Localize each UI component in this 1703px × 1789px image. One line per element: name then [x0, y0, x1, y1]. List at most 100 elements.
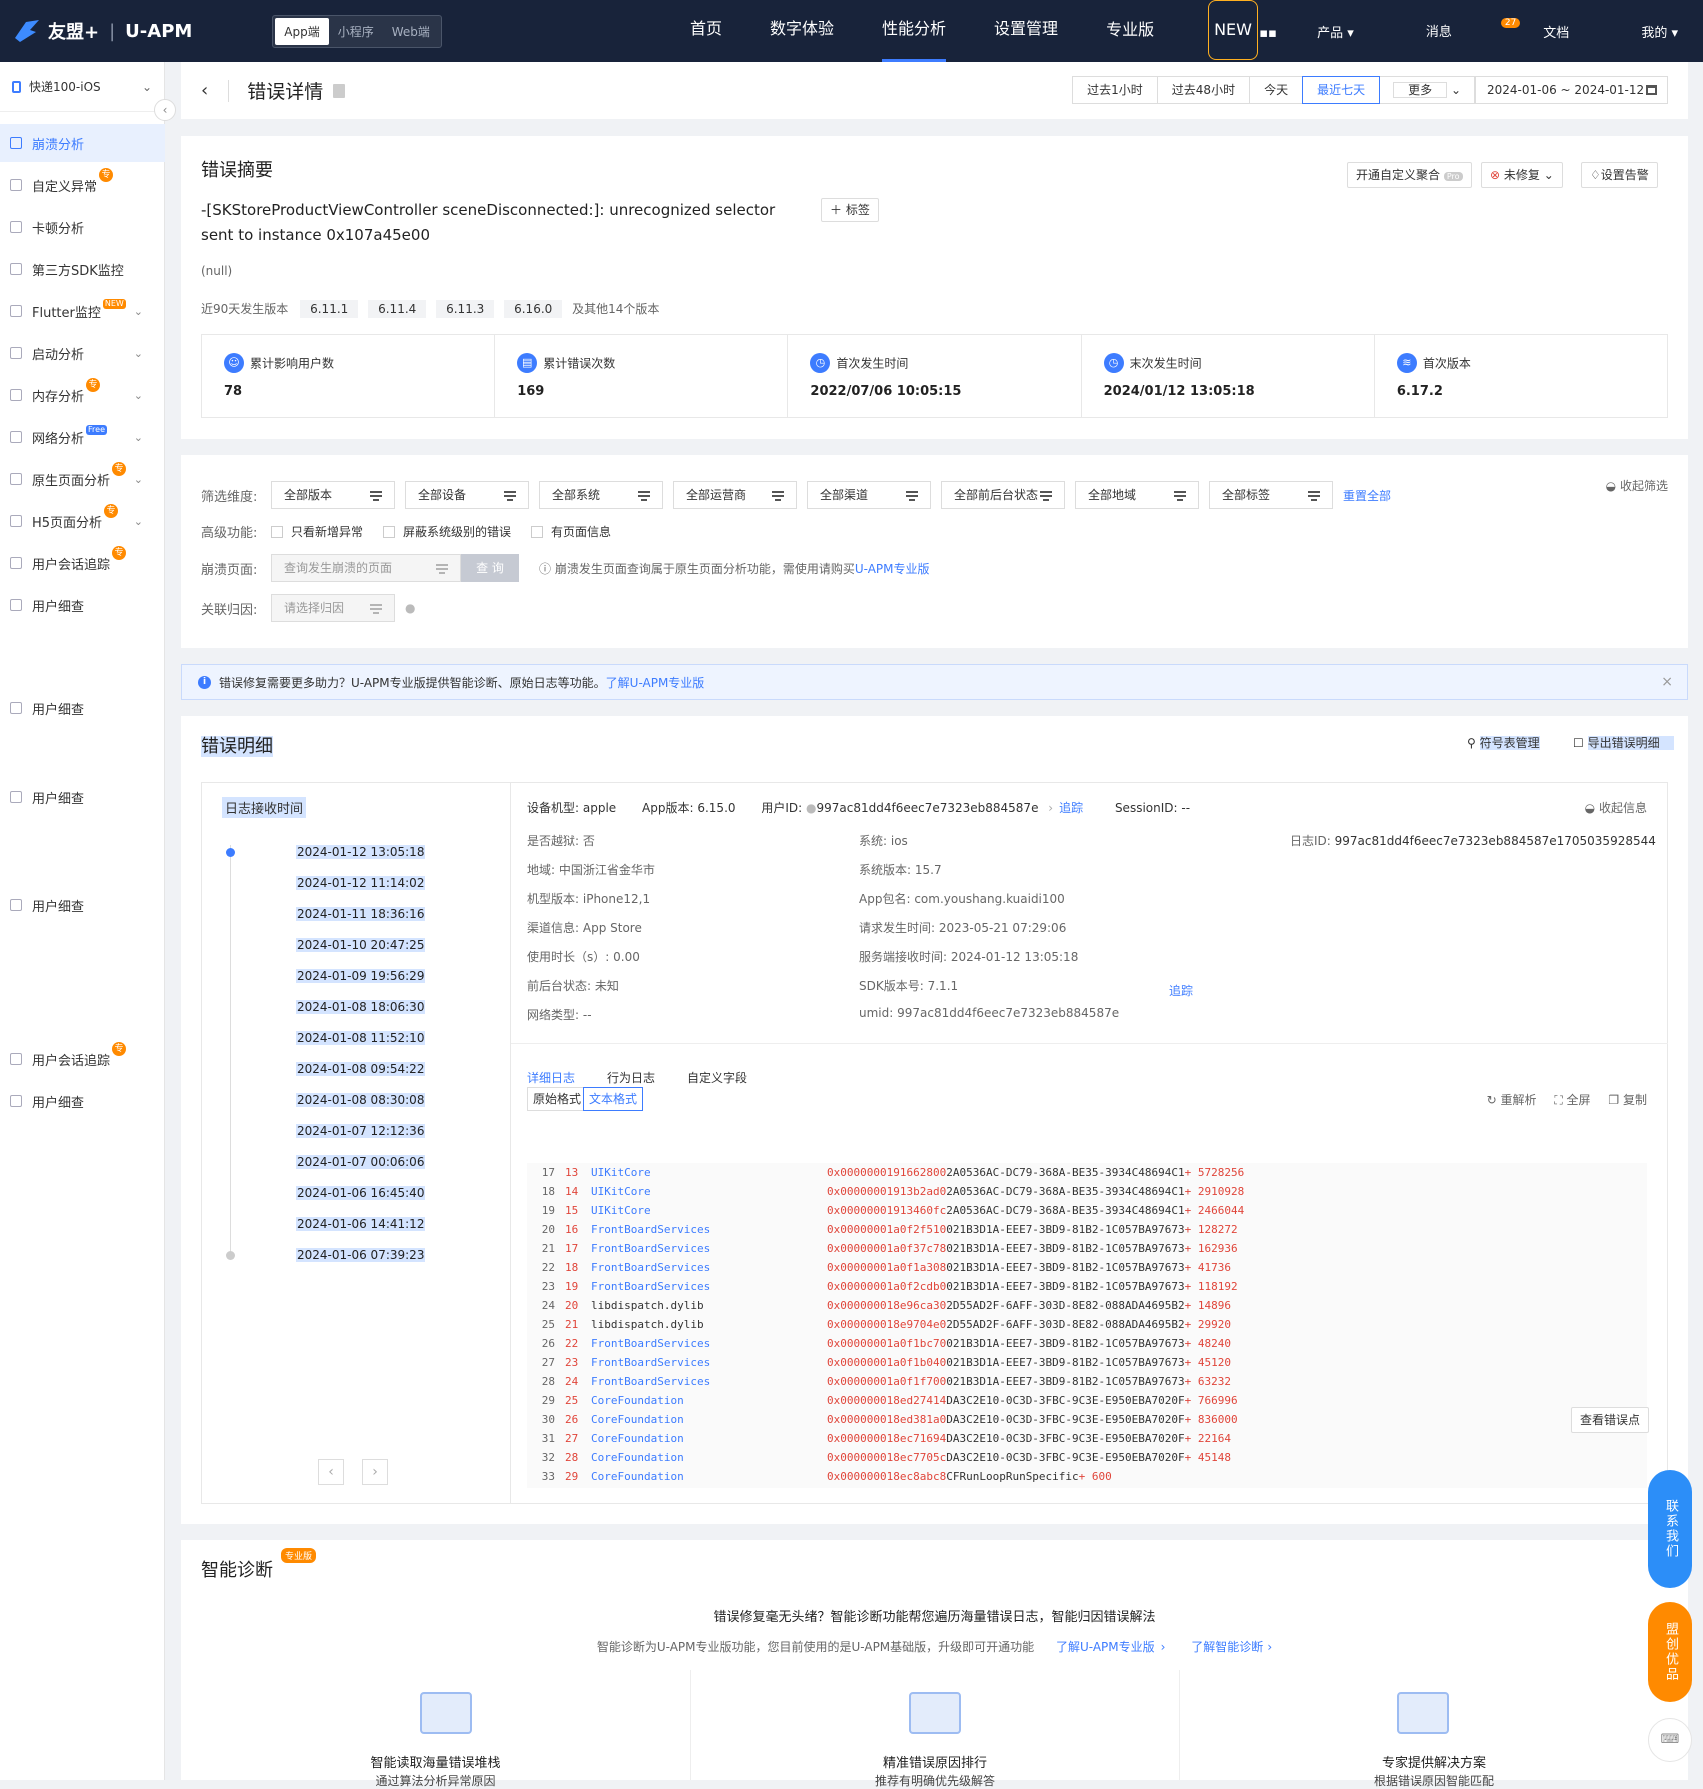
coop-products-button[interactable]: 盟创优品: [1648, 1602, 1692, 1702]
timeline-item[interactable]: 2024-01-09 19:56:29: [296, 969, 426, 983]
products-menu[interactable]: ▪▪ 产品 ▾: [1223, 22, 1353, 41]
timeline-item[interactable]: 2024-01-08 11:52:10: [296, 1031, 426, 1045]
filter-channel-select[interactable]: 全部渠道: [807, 481, 931, 509]
sidebar-item[interactable]: 第三方SDK监控: [0, 250, 165, 288]
user-menu[interactable]: 我的 ▾: [1605, 22, 1678, 41]
query-button[interactable]: 查 询: [461, 554, 519, 582]
sidebar-item[interactable]: 用户细查: [0, 778, 165, 816]
prev-page-button[interactable]: ‹: [318, 1459, 344, 1485]
timeline-item[interactable]: 2024-01-11 18:36:16: [296, 907, 426, 921]
date-range-picker[interactable]: 2024-01-06 ~ 2024-01-12: [1474, 76, 1668, 104]
filter-tag-select[interactable]: 全部标签: [1209, 481, 1333, 509]
filter-os-select[interactable]: 全部系统: [539, 481, 663, 509]
document-icon[interactable]: [333, 83, 346, 98]
tab-detail-log[interactable]: 详细日志: [527, 1069, 575, 1086]
range-7d[interactable]: 最近七天: [1302, 76, 1381, 104]
raw-format-button[interactable]: 原始格式: [527, 1087, 588, 1111]
learn-diagnosis-link[interactable]: 了解智能诊断: [1191, 1640, 1263, 1654]
help-icon[interactable]: ●: [405, 601, 415, 615]
sidebar-item[interactable]: 自定义异常专: [0, 166, 165, 204]
export-button[interactable]: ☐ 导出错误明细: [1573, 734, 1674, 751]
timeline-item[interactable]: 2024-01-06 07:39:23: [296, 1248, 426, 1262]
timeline-item[interactable]: 2024-01-12 11:14:02: [296, 876, 426, 890]
nav-performance[interactable]: 性能分析: [882, 0, 947, 62]
nav-settings[interactable]: 设置管理: [994, 0, 1058, 62]
tab-app[interactable]: App端: [275, 17, 329, 45]
back-arrow-icon[interactable]: ‹: [201, 80, 208, 101]
filter-carrier-select[interactable]: 全部运营商: [673, 481, 797, 509]
tab-custom-fields[interactable]: 自定义字段: [687, 1069, 747, 1086]
timeline-item[interactable]: 2024-01-12 13:05:18: [296, 845, 426, 859]
nav-home[interactable]: 首页: [690, 0, 722, 62]
timeline-item[interactable]: 2024-01-08 08:30:08: [296, 1093, 426, 1107]
sidebar-item[interactable]: 用户细查: [0, 689, 165, 727]
umid-trace-link[interactable]: 追踪: [859, 982, 1193, 999]
sidebar-item[interactable]: 用户细查: [0, 886, 165, 924]
feedback-icon[interactable]: ⌨: [1648, 1718, 1692, 1762]
status-dropdown[interactable]: ⊗ 未修复 ⌄: [1481, 162, 1563, 188]
tab-web[interactable]: Web端: [383, 18, 439, 45]
sidebar-collapse-button[interactable]: ‹: [154, 99, 176, 121]
filter-fgbg-select[interactable]: 全部前后台状态: [941, 481, 1065, 509]
nav-digital-experience[interactable]: 数字体验: [770, 0, 834, 62]
pro-link[interactable]: U-APM专业版: [855, 562, 930, 576]
sidebar-item[interactable]: 用户细查: [0, 586, 165, 624]
filter-region-select[interactable]: 全部地域: [1075, 481, 1199, 509]
sidebar-item[interactable]: 启动分析 ⌄: [0, 334, 165, 372]
range-48h[interactable]: 过去48小时: [1156, 76, 1251, 104]
close-icon[interactable]: ×: [1661, 674, 1673, 690]
tab-miniprogram[interactable]: 小程序: [329, 18, 383, 45]
timeline-item[interactable]: 2024-01-08 18:06:30: [296, 1000, 426, 1014]
sidebar-item[interactable]: 卡顿分析: [0, 208, 165, 246]
text-format-button[interactable]: 文本格式: [583, 1087, 644, 1111]
trace-link[interactable]: 追踪: [1059, 801, 1083, 815]
sidebar-item[interactable]: H5页面分析专 ⌄: [0, 502, 165, 540]
sidebar-item[interactable]: 用户会话追踪专: [0, 1040, 165, 1078]
timeline-item[interactable]: 2024-01-07 00:06:06: [296, 1155, 426, 1169]
app-selector[interactable]: 快递100-iOS ⌄: [0, 62, 164, 112]
contact-us-button[interactable]: 联系我们: [1648, 1470, 1692, 1588]
tab-behavior-log[interactable]: 行为日志: [607, 1069, 655, 1086]
symbols-button[interactable]: ⚲ 符号表管理: [1467, 734, 1540, 751]
filter-device-select[interactable]: 全部设备: [405, 481, 529, 509]
set-alert-button[interactable]: ♢设置告警: [1581, 162, 1658, 188]
trace-link[interactable]: 追踪: [1169, 984, 1193, 998]
timeline-item[interactable]: 2024-01-06 16:45:40: [296, 1186, 426, 1200]
timeline-item[interactable]: 2024-01-07 12:12:36: [296, 1124, 426, 1138]
learn-pro-link[interactable]: 了解U-APM专业版: [1056, 1640, 1155, 1654]
docs-link[interactable]: 文档: [1543, 22, 1569, 41]
checkbox-has-page[interactable]: [531, 525, 544, 538]
timeline-item[interactable]: 2024-01-08 09:54:22: [296, 1062, 426, 1076]
messages-link[interactable]: 消息 27: [1390, 18, 1521, 41]
collapse-filter-button[interactable]: ◒ 收起筛选: [1606, 477, 1668, 494]
brand-logo[interactable]: 友盟+ | U-APM: [12, 18, 192, 44]
copy-button[interactable]: ❐ 复制: [1608, 1093, 1647, 1107]
filter-version-select[interactable]: 全部版本: [271, 481, 395, 509]
sidebar-item[interactable]: Flutter监控 NEW ⌄: [0, 292, 165, 330]
checkbox-new-only[interactable]: [271, 525, 283, 538]
banner-link[interactable]: 了解U-APM专业版: [606, 674, 705, 691]
reset-all-link[interactable]: 重置全部: [1343, 487, 1391, 504]
sidebar-item[interactable]: 内存分析专 ⌄: [0, 376, 165, 414]
sidebar-item[interactable]: 用户会话追踪专: [0, 544, 165, 582]
checkbox-hide-system[interactable]: [383, 525, 396, 538]
timeline-item[interactable]: 2024-01-06 14:41:12: [296, 1217, 426, 1231]
collapse-filter-label: 收起筛选: [1619, 479, 1668, 493]
collapse-info-button[interactable]: ◒ 收起信息: [1585, 799, 1647, 816]
sidebar-item[interactable]: 网络分析 Free ⌄: [0, 418, 165, 456]
reparse-button[interactable]: ↻ 重解析: [1487, 1093, 1537, 1107]
fullscreen-button[interactable]: ⛶ 全屏: [1554, 1093, 1590, 1107]
attribution-select[interactable]: 请选择归因: [271, 594, 395, 622]
crash-page-input[interactable]: 查询发生崩溃的页面: [271, 554, 461, 582]
range-today[interactable]: 今天: [1249, 76, 1304, 104]
range-more[interactable]: 更多 ⌄: [1379, 76, 1476, 104]
view-error-point-button[interactable]: 查看错误点: [1570, 1407, 1649, 1433]
next-page-button[interactable]: ›: [362, 1459, 388, 1485]
add-tag-button[interactable]: ＋ 标签: [821, 198, 879, 222]
sidebar-item[interactable]: 原生页面分析专 ⌄: [0, 460, 165, 498]
custom-aggregate-button[interactable]: 开通自定义聚合 Pro: [1347, 162, 1472, 188]
range-1h[interactable]: 过去1小时: [1072, 76, 1158, 104]
timeline-item[interactable]: 2024-01-10 20:47:25: [296, 938, 426, 952]
sidebar-item[interactable]: 用户细查: [0, 1082, 165, 1120]
sidebar-item[interactable]: 崩溃分析: [0, 124, 165, 162]
